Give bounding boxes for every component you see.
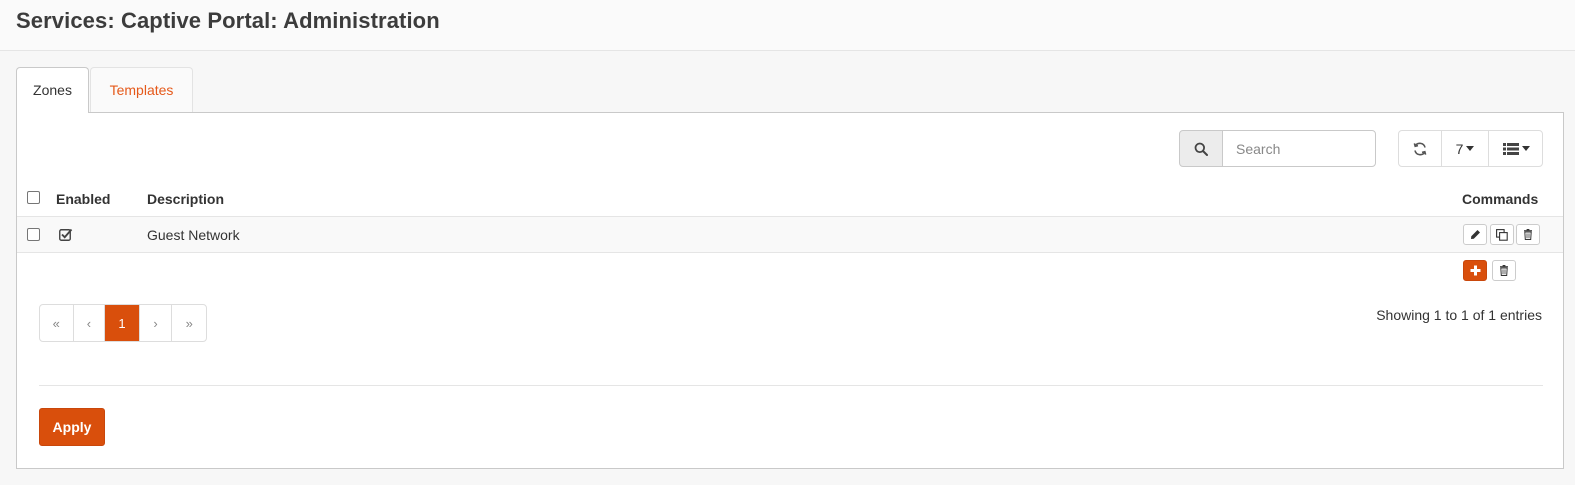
zones-panel: 7 Enabled Description Commands Guest Net…	[16, 112, 1564, 469]
search-button[interactable]	[1179, 130, 1223, 167]
page-title: Services: Captive Portal: Administration	[16, 8, 440, 33]
row-select-checkbox[interactable]	[27, 228, 40, 241]
page-first[interactable]: «	[40, 305, 74, 341]
page-last[interactable]: »	[172, 305, 206, 341]
refresh-icon	[1413, 142, 1427, 155]
copy-icon	[1496, 228, 1508, 241]
footer-divider	[39, 385, 1543, 386]
table-row[interactable]: Guest Network	[17, 217, 1563, 253]
trash-icon	[1500, 265, 1508, 276]
search-icon	[1194, 142, 1208, 156]
apply-button[interactable]: Apply	[39, 408, 105, 446]
columns-dropdown[interactable]	[1489, 131, 1543, 166]
columns-icon	[1502, 142, 1519, 155]
pagination: « ‹ 1 › »	[39, 304, 207, 342]
column-header-commands: Commands	[1462, 191, 1539, 207]
trash-icon	[1524, 229, 1532, 240]
plus-icon	[1470, 265, 1480, 276]
entries-info: Showing 1 to 1 of 1 entries	[1376, 307, 1542, 323]
tab-zones[interactable]: Zones	[16, 67, 89, 113]
page-next[interactable]: ›	[140, 305, 173, 341]
description-cell: Guest Network	[147, 227, 240, 243]
page-current[interactable]: 1	[105, 305, 140, 341]
chevron-down-icon	[1466, 146, 1475, 151]
delete-selected-button[interactable]	[1492, 260, 1516, 281]
rows-per-page-dropdown[interactable]: 7	[1442, 131, 1489, 166]
page-header: Services: Captive Portal: Administration	[0, 0, 1575, 51]
clone-button[interactable]	[1490, 224, 1514, 245]
chevron-down-icon	[1521, 146, 1530, 151]
add-button[interactable]	[1463, 260, 1487, 281]
page-prev[interactable]: ‹	[74, 305, 106, 341]
pencil-icon	[1470, 230, 1480, 239]
refresh-button[interactable]	[1399, 131, 1442, 166]
column-header-enabled[interactable]: Enabled	[56, 191, 110, 207]
select-all-checkbox[interactable]	[27, 191, 40, 204]
delete-button[interactable]	[1516, 224, 1540, 245]
enabled-check-icon	[59, 228, 73, 241]
edit-button[interactable]	[1463, 224, 1487, 245]
rows-per-page-value: 7	[1455, 140, 1464, 157]
column-header-description[interactable]: Description	[147, 191, 224, 207]
search-input[interactable]	[1222, 130, 1376, 167]
grid-toolbar: 7	[1398, 130, 1543, 167]
search-group	[1179, 130, 1376, 167]
tab-templates[interactable]: Templates	[90, 67, 193, 112]
